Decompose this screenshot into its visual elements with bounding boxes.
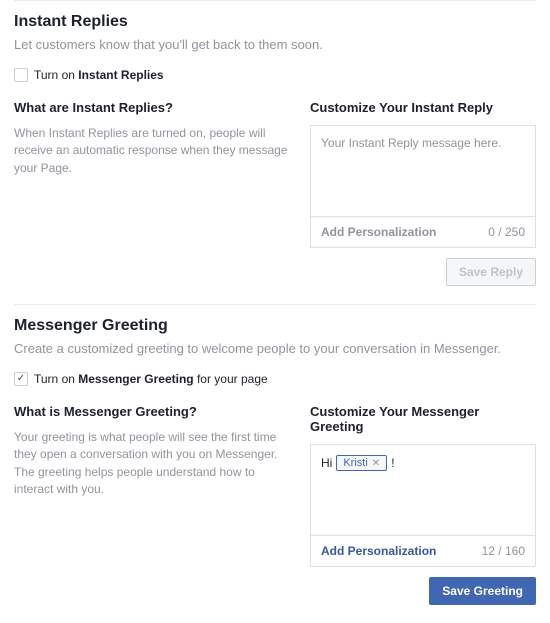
save-reply-button[interactable]: Save Reply [446, 258, 536, 286]
greeting-two-col: What is Messenger Greeting? Your greetin… [14, 404, 536, 605]
textarea-footer: Add Personalization 0 / 250 [311, 216, 535, 247]
add-personalization-button[interactable]: Add Personalization [321, 225, 436, 239]
greeting-textarea[interactable]: Hi Kristi ✕ ! Add Personalization 12 / 1… [310, 444, 536, 567]
what-title: What is Messenger Greeting? [14, 404, 294, 419]
what-title: What are Instant Replies? [14, 100, 294, 115]
section-desc: Create a customized greeting to welcome … [14, 341, 536, 356]
greeting-what-col: What is Messenger Greeting? Your greetin… [14, 404, 294, 605]
instant-replies-section: Instant Replies Let customers know that … [14, 0, 536, 304]
customize-title: Customize Your Messenger Greeting [310, 404, 536, 434]
messenger-greeting-section: Messenger Greeting Create a customized g… [14, 304, 536, 623]
greet-prefix: Hi [321, 456, 332, 470]
save-greeting-button[interactable]: Save Greeting [429, 577, 536, 605]
greeting-toggle-row: Turn on Messenger Greeting for your page [14, 372, 536, 386]
textarea-placeholder: Your Instant Reply message here. [311, 126, 535, 216]
toggle-label: Turn on Messenger Greeting for your page [34, 372, 268, 386]
instant-two-col: What are Instant Replies? When Instant R… [14, 100, 536, 286]
char-count: 12 / 160 [482, 544, 525, 558]
instant-customize-col: Customize Your Instant Reply Your Instan… [310, 100, 536, 286]
token-name: Kristi [343, 457, 367, 469]
instant-toggle-row: Turn on Instant Replies [14, 68, 536, 82]
instant-what-col: What are Instant Replies? When Instant R… [14, 100, 294, 286]
section-title: Messenger Greeting [14, 317, 536, 335]
char-count: 0 / 250 [488, 225, 525, 239]
instant-toggle-checkbox[interactable] [14, 68, 28, 82]
remove-token-icon[interactable]: ✕ [372, 458, 380, 469]
instant-reply-textarea[interactable]: Your Instant Reply message here. Add Per… [310, 125, 536, 248]
button-row: Save Reply [310, 258, 536, 286]
greeting-customize-col: Customize Your Messenger Greeting Hi Kri… [310, 404, 536, 605]
toggle-label: Turn on Instant Replies [34, 68, 164, 82]
greeting-toggle-checkbox[interactable] [14, 372, 28, 386]
personalization-token[interactable]: Kristi ✕ [336, 455, 387, 471]
section-desc: Let customers know that you'll get back … [14, 37, 536, 52]
button-row: Save Greeting [310, 577, 536, 605]
textarea-footer: Add Personalization 12 / 160 [311, 535, 535, 566]
what-desc: When Instant Replies are turned on, peop… [14, 125, 294, 177]
greet-suffix: ! [391, 456, 394, 470]
section-title: Instant Replies [14, 13, 536, 31]
add-personalization-button[interactable]: Add Personalization [321, 544, 436, 558]
textarea-content: Hi Kristi ✕ ! [311, 445, 535, 535]
what-desc: Your greeting is what people will see th… [14, 429, 294, 499]
customize-title: Customize Your Instant Reply [310, 100, 536, 115]
